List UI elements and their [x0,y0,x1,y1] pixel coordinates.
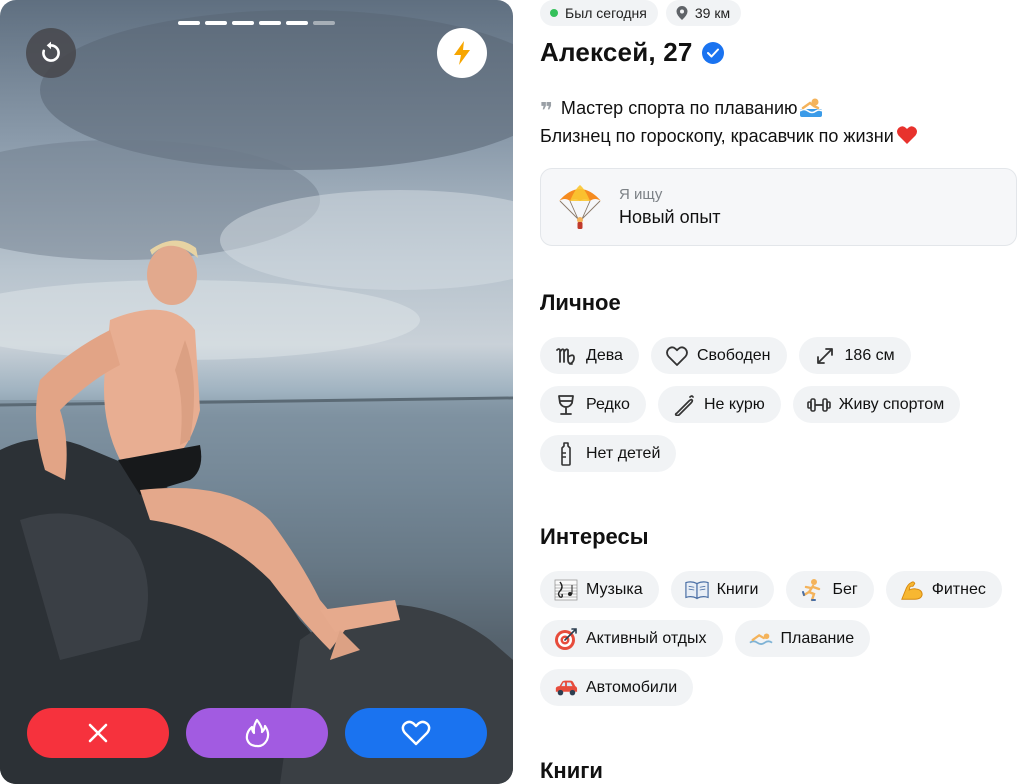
chip-height: 186 см [798,337,911,374]
target-icon [554,627,578,651]
distance-label: 39 км [694,5,731,21]
undo-icon [42,41,60,62]
personal-section-title: Личное [540,290,621,315]
books-section-title: Книги [540,758,603,783]
chip-interest-running: Бег [786,571,874,608]
bio-line-1: ❞ Мастер спорта по плаванию [540,93,918,123]
photo-progress [178,21,335,25]
book-icon [684,578,709,602]
red-heart-emoji-icon [896,126,917,144]
running-icon [800,578,824,602]
dislike-button[interactable] [27,708,169,758]
photo-scene [0,10,513,784]
progress-segment [313,21,335,25]
wine-glass-icon [554,393,578,417]
no-smoking-icon [672,393,696,417]
music-icon [554,578,578,602]
chip-relationship: Свободен [650,337,787,374]
personal-chips: Дева Свободен 186 см Редко Не курю Живу … [540,337,1017,472]
virgo-icon [554,344,578,368]
chip-interest-music: Музыка [540,571,659,608]
swipe-actions [27,708,487,758]
status-row: Был сегодня 39 км [540,0,742,26]
interests-chips: Музыка Книги Бег Фитнес Активный отдых П… [540,571,1017,706]
swimmer-emoji-icon [799,98,822,117]
biceps-icon [900,578,924,602]
interests-section-title: Интересы [540,524,649,549]
chip-sport: Живу спортом [792,386,961,423]
progress-segment [205,21,227,25]
flame-icon [245,718,270,748]
chip-interest-cars: Автомобили [540,669,694,706]
online-status-label: Был сегодня [565,5,647,21]
distance-badge: 39 км [665,0,742,26]
progress-segment [259,21,281,25]
chip-smoking: Не курю [657,386,781,423]
superlike-button[interactable] [186,708,328,758]
location-pin-icon [676,6,688,20]
profile-info: Был сегодня 39 км Алексей, 27 ❞ Мастер сп… [540,0,1017,784]
swimming-icon [748,627,773,651]
profile-bio: ❞ Мастер спорта по плаванию Близнец по го… [540,93,918,150]
profile-name: Алексей, 27 [540,37,693,67]
chip-alcohol: Редко [540,386,646,423]
looking-for-card: Я ищу Новый опыт [540,168,1017,246]
progress-segment [232,21,254,25]
car-icon [554,676,578,700]
undo-button[interactable] [26,28,76,78]
progress-segment [178,21,200,25]
heart-outline-icon [665,344,689,368]
looking-for-text: Я ищу Новый опыт [619,186,721,228]
bio-line-2: Близнец по гороскопу, красавчик по жизни [540,122,918,150]
chip-interest-books: Книги [670,571,775,608]
boost-button[interactable] [437,28,487,78]
chip-children: Нет детей [540,435,677,472]
looking-for-value: Новый опыт [619,207,721,227]
dumbbell-icon [806,393,831,417]
progress-segment [286,21,308,25]
online-status-badge: Был сегодня [540,0,658,26]
close-icon [88,723,108,743]
lightning-icon [454,41,470,65]
parachute-icon [559,185,601,229]
baby-bottle-icon [554,441,578,466]
chip-interest-outdoor: Активный отдых [540,620,723,657]
looking-for-label: Я ищу [619,186,663,203]
chip-zodiac: Дева [540,337,639,374]
verified-badge-icon [701,41,724,64]
profile-photo[interactable] [0,0,513,784]
online-dot-icon [550,9,558,17]
heart-icon [401,720,431,746]
name-row: Алексей, 27 [540,37,724,68]
chip-interest-swimming: Плавание [734,620,871,657]
chip-interest-fitness: Фитнес [885,571,1002,608]
quote-icon: ❞ [540,98,553,123]
like-button[interactable] [345,708,487,758]
height-icon [813,344,837,368]
